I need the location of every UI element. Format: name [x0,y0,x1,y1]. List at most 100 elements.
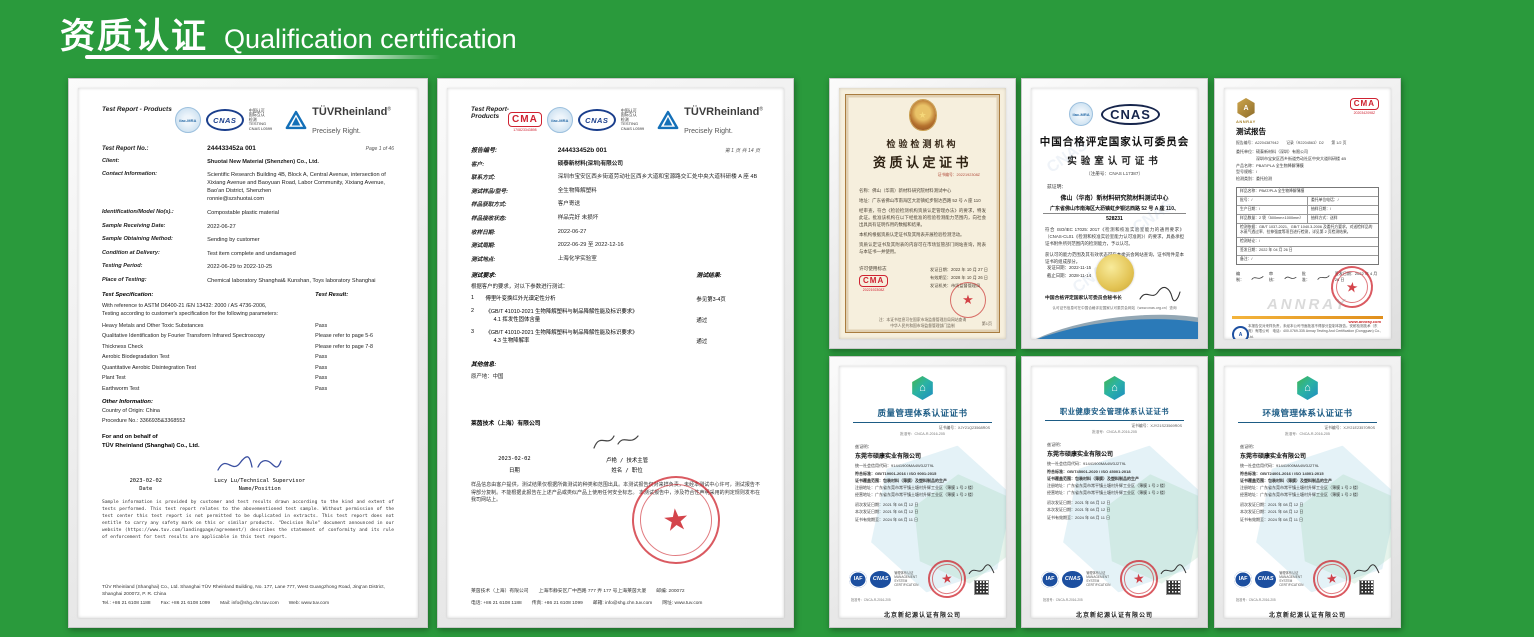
license-mark: 许可使用标志 CMA 2022192308Z [859,266,888,292]
table-cell: 批号：/ [1237,197,1307,205]
iaf-logo-icon: IAF [1041,571,1059,588]
item-name: 《GB/T 41010-2021 生物降解塑料与制品降解性能及标识要求》 [485,330,637,336]
field-value: Compostable plastic material [207,209,394,217]
footer-contacts: Tel.: +86 21 6108 1188 Fax: +86 21 6108 … [102,601,394,608]
secretary-line: 中国合格评定国家认可委员会秘书长 [1045,294,1122,301]
cnas-logo-icon: CNAS [1255,571,1276,588]
qr-code [974,580,989,595]
tuv-tagline: Precisely Right. [684,128,733,135]
cert-small-print: 批准号：CNCA-R-2016-205 [1043,598,1143,603]
spec-result: Please refer to page 7-8 [315,344,394,350]
other-info-line: 原产地：中国 [471,372,760,380]
doc-title: 测试报告 [1236,126,1266,137]
national-emblem-icon: ★ [910,100,936,130]
cma-logo-icon: CMA [859,275,888,287]
red-round-stamp: ★ [1311,558,1354,601]
accredited-org: 佛山（华南）新材料研究院材料测试中心 [1031,193,1198,202]
cert-dates: 发证日期：2022 年 10 月 27 日 有效期至：2028 年 10 月 2… [930,266,988,292]
field-value: 2022-06-29 to 2022-10-25 [207,263,394,271]
field-label: Place of Testing: [102,277,207,285]
cma-logo-icon: CMA [508,112,542,127]
signature-approver [1316,273,1331,283]
ilac-mra-logo-icon: ilac-MRA [547,107,573,133]
cert-title: 质量管理体系认证证书 [853,407,992,423]
result-label: 测试结果: [696,270,760,279]
table-cell: 抽样方式：送样 [1307,215,1378,223]
signature-preparer [1250,273,1265,283]
certificate-cma-qualification: ★ 检验检测机构 资质认定证书 证书编号：2022192308Z 名称：佛山（华… [829,78,1016,349]
footer-line-2: 电话: +86 21 6108 1188 传真: +86 21 6108 109… [471,599,760,608]
field-value: Chemical laboratory Shanghai& Kunshan, T… [207,277,394,285]
cma-logo-icon: CMA [1350,98,1379,110]
certified-company: 东莞市硕康实业有限公司 [1047,450,1182,461]
table-cell: 检测结论：/ [1237,238,1378,246]
other-info-label: Other Information: [102,399,394,405]
spec-name: Plant Test [102,375,315,381]
expiry-date: 证书有效期至：2024 年 08 月 11 日 [1047,514,1182,521]
footer-address: 上海市静安区广中西路 777 弄 177 号上海莱茵大厦 [539,587,647,594]
cnas-logo-icon: CNAS [1101,104,1160,125]
spec-name: Earthworm Test [102,386,315,392]
expiry-date: 证书有效期至：2024 年 08 月 11 日 [855,516,990,523]
cert-number: 证书编号：XJY21Q23568R0S [839,426,990,431]
issue-date: 发证日期：2022 年 10 月 27 日 [930,266,988,274]
item-subclause: 4.1 挥发性固体含量 [485,316,692,324]
report-no-value: 244433452a 001 [207,145,256,152]
cert-small-print: 批准号：CNCA-R-2016-205 [1236,598,1336,603]
date-label: Date [102,486,190,492]
credit-code: 统一社会信用代码：91441900MA4W3J2T9L [1240,462,1375,469]
footer-web: Web: www.tuv.com [289,601,329,606]
field-label: Client: [102,158,207,166]
qualification-certification-section: 资质认证 Qualification certification Test Re… [0,0,1534,637]
doc-title: Test Report- Products [471,106,511,120]
tuv-wordmark: TÜVRheinland [312,106,387,118]
table-cell: 委托单位电话：/ [1307,197,1378,205]
attest-label: 兹证明： [1047,183,1198,190]
cert-small-print: 批准号：CNCA-R-2016-205 [851,598,951,603]
field-value: 客户寄送 [558,200,760,208]
operating-address: 经营地址：广东省东莞市常平镇土塘村升辉工业区（薄膜 1 号 2 楼） [855,491,990,498]
footer-line-1: 莱茵技术（上海）有限公司 上海市静安区广中西路 777 弄 177 号上海莱茵大… [471,587,760,596]
expiry-date: 截止日期：2028-11-14 [1047,272,1091,280]
report-no-label: Test Report No.: [102,146,207,152]
field-label: 测试样品/型号: [471,187,558,195]
field-label: 收样日期: [471,228,558,236]
red-round-stamp: ★ [926,558,969,601]
field-value: Scientific Research Building 4B, Block A… [207,171,394,203]
item-result: 参见第3-4页 [696,295,760,303]
annray-hexagon-icon: A [1236,98,1256,118]
field-value: 硕泰新材料(深圳)有限公司 [558,160,760,168]
tuv-rheinland-logo: TÜVRheinland® Precisely Right. [285,102,391,138]
report-no-value: 244433452b 001 [558,147,607,154]
field-value: Sending by customer [207,236,394,244]
annray-blue-logo-icon: A [1232,326,1249,339]
field-value: 2022-06-29 至 2022-12-16 [558,241,760,249]
cma-number: 2022192308Z [859,288,888,292]
table-cell: 备注：/ [1237,256,1378,264]
footer-fax: Fax: +86 21 6108 1099 [161,601,210,606]
annray-wordmark: ANNRAY [1236,119,1266,124]
field-value: 2022-06-27 [207,223,394,231]
certificate-tuv-test-report-en: Test Report - Products ilac-MRA CNAS 中国认… [68,78,428,628]
issue-date: 本次发证日期：2021 年 08 月 12 日 [1047,506,1182,513]
certification-body-logo-icon: ⌂ [1103,376,1127,400]
credit-code: 统一社会信用代码：91441900MA4W3J2T9L [1047,460,1182,467]
iaf-logo-icon: IAF [1234,571,1252,588]
signature-name: 卢艳 / 技术主管 [558,456,697,464]
standard-line: 符合标准：GB/T24001-2016 / ISO 14001:2015 [1240,470,1375,477]
scope-line: 证书覆盖范围：包装材料（薄膜）及塑料制品的生产 [855,477,990,484]
iaf-logo-icon: IAF [849,571,867,588]
field-label: Contact Information: [102,171,207,203]
marks-caption: 管理体系认证 MANAGEMENT SYSTEM CERTIFICATION [1279,571,1305,588]
license-mark-label: 许可使用标志 [859,266,888,272]
footer-mail: 邮箱: info@shg.chn.tuv.com [593,599,652,606]
field-label: Sample Receiving Date: [102,223,207,231]
spec-result: Pass [315,365,394,371]
tuv-reg-mark: ® [387,106,391,112]
signature-technical-supervisor [212,454,284,476]
certificate-cnas-laboratory: CNAS CNAS CNAS ilac-MRA CNAS 中国合格评定国家认可委… [1021,78,1208,349]
spec-label: Test Specification: [102,292,315,298]
footer-fax: 传真: +86 21 6108 1099 [532,599,583,606]
certification-body-name: 北京新纪源认证有限公司 [1031,610,1198,618]
cert-number: 证书编号：XJY21S23569R0S [1031,424,1182,429]
